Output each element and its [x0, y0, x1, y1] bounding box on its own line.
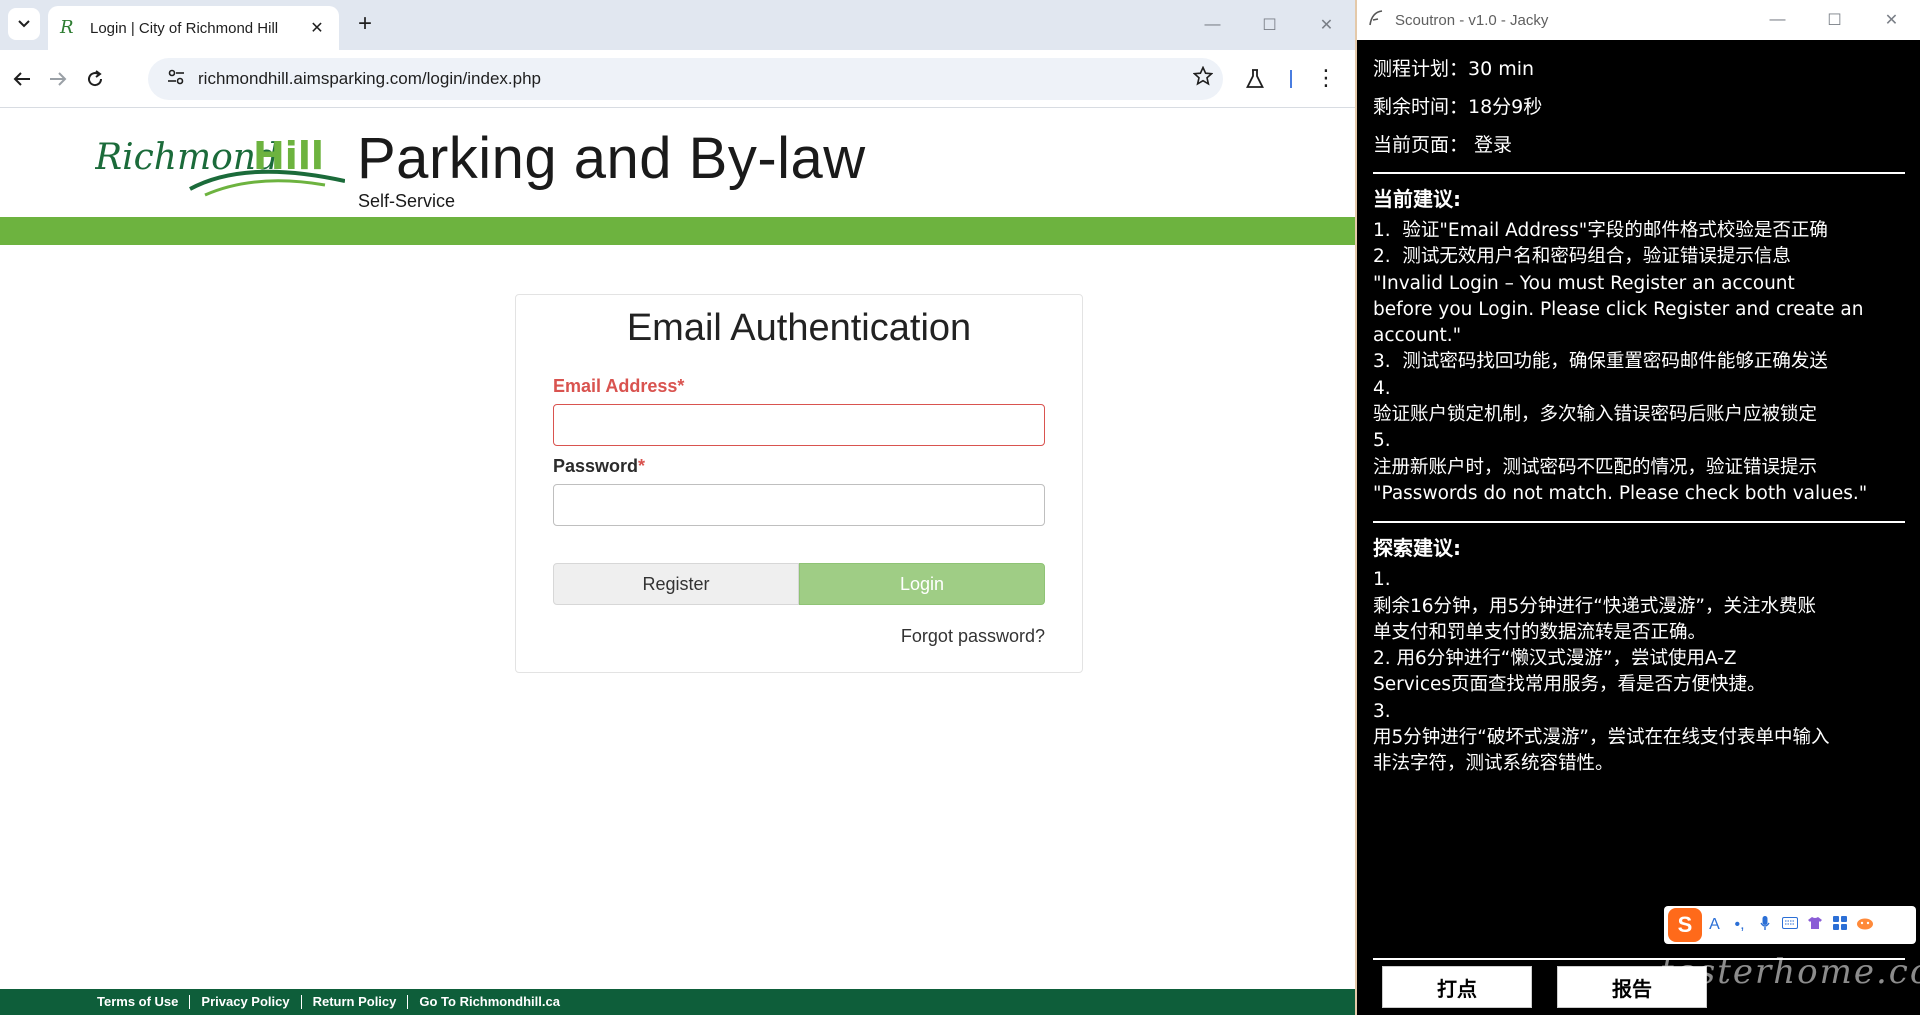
browser-toolbar: richmondhill.aimsparking.com/login/index… — [0, 50, 1355, 108]
scoutron-title: Scoutron - v1.0 - Jacky — [1395, 11, 1549, 29]
arrow-right-icon — [50, 72, 67, 86]
address-bar[interactable]: richmondhill.aimsparking.com/login/index… — [148, 58, 1223, 100]
maximize-icon[interactable]: ☐ — [1241, 0, 1298, 50]
login-button[interactable]: Login — [799, 563, 1045, 605]
richmond-hill-favicon-icon: R — [60, 17, 74, 38]
forgot-password-link[interactable]: Forgot password? — [901, 626, 1045, 647]
web-page: Richmond Hill Parking and By-law Self-Se… — [0, 109, 1355, 1015]
maximize-icon[interactable]: ☐ — [1806, 0, 1863, 40]
site-subtitle: Self-Service — [358, 191, 456, 211]
punctuation-icon[interactable]: •, — [1727, 916, 1752, 934]
footer-link-return[interactable]: Return Policy — [302, 995, 409, 1009]
current-suggestions-title: 当前建议: — [1373, 187, 1461, 211]
site-info-icon[interactable] — [154, 69, 198, 90]
site-footer: Terms of Use Privacy Policy Return Polic… — [0, 989, 1355, 1015]
back-button[interactable] — [6, 63, 38, 95]
tab-title: Login | City of Richmond Hill — [90, 19, 279, 37]
window-controls: — ☐ ✕ — [1184, 0, 1355, 50]
footer-link-privacy[interactable]: Privacy Policy — [190, 995, 302, 1009]
footer-link-richmondhill[interactable]: Go To Richmondhill.ca — [408, 995, 571, 1009]
ime-toolbar: S A •, — [1664, 906, 1916, 944]
email-field[interactable] — [553, 404, 1045, 446]
url-text[interactable]: richmondhill.aimsparking.com/login/index… — [198, 69, 1183, 89]
current-suggestions-text: 1. 验证"Email Address"字段的邮件格式校验是否正确 2. 测试无… — [1373, 220, 1868, 504]
arrow-left-icon — [13, 72, 30, 86]
footer-link-terms[interactable]: Terms of Use — [86, 995, 191, 1009]
tab-search-button[interactable] — [8, 8, 40, 40]
remaining-time-text: 剩余时间：18分9秒 — [1373, 96, 1543, 118]
tab-strip: R Login | City of Richmond Hill ✕ + — ☐ … — [0, 0, 1355, 50]
explore-suggestions-title: 探索建议: — [1373, 536, 1461, 561]
sogou-ime-logo[interactable]: S — [1668, 908, 1702, 942]
register-button[interactable]: Register — [553, 563, 799, 605]
report-button[interactable]: 报告 — [1557, 966, 1707, 1008]
microphone-icon[interactable] — [1752, 915, 1777, 936]
browser-window: R Login | City of Richmond Hill ✕ + — ☐ … — [0, 0, 1355, 1015]
browser-tab[interactable]: R Login | City of Richmond Hill ✕ — [48, 6, 339, 50]
scoutron-content: 测程计划：30 min 剩余时间：18分9秒 当前页面： 登录 当前建议: 1.… — [1373, 40, 1905, 778]
labs-flask-icon[interactable] — [1239, 63, 1271, 95]
header-green-bar — [0, 217, 1355, 245]
reload-icon — [88, 70, 103, 87]
more-menu-icon[interactable]: ⋮ — [1310, 63, 1342, 95]
feather-icon — [1369, 9, 1395, 31]
email-label: Email Address* — [553, 376, 685, 396]
test-plan-text: 测程计划：30 min — [1373, 58, 1535, 80]
password-field[interactable] — [553, 484, 1045, 526]
divider — [1373, 958, 1905, 960]
divider — [1373, 521, 1905, 524]
password-label: Password* — [553, 456, 646, 476]
toolbar-divider — [1290, 70, 1292, 88]
tab-close-icon[interactable]: ✕ — [307, 18, 327, 38]
apps-grid-icon[interactable] — [1827, 915, 1852, 935]
site-title: Parking and By-law — [357, 126, 866, 191]
minimize-icon[interactable]: — — [1749, 0, 1806, 40]
site-header: Richmond Hill Parking and By-law Self-Se… — [0, 109, 1355, 217]
login-card: Email Authentication Email Address* Pass… — [515, 294, 1083, 673]
minimize-icon[interactable]: — — [1184, 0, 1241, 50]
required-mark: * — [638, 456, 646, 476]
bookmark-star-icon[interactable] — [1183, 65, 1223, 92]
reload-button[interactable] — [79, 63, 111, 95]
ime-mascot-icon[interactable] — [1852, 916, 1877, 935]
explore-suggestions-text: 1. 剩余16分钟，用5分钟进行“快递式漫游”，关注水费账 单支付和罚单支付的数… — [1373, 569, 1830, 775]
keyboard-icon[interactable] — [1777, 916, 1802, 934]
divider — [1373, 172, 1905, 174]
close-window-icon[interactable]: ✕ — [1863, 0, 1920, 40]
scoutron-window: Scoutron - v1.0 - Jacky — ☐ ✕ 测程计划：30 mi… — [1357, 0, 1920, 1015]
new-tab-button[interactable]: + — [352, 12, 378, 38]
skin-shirt-icon[interactable] — [1802, 916, 1827, 935]
close-window-icon[interactable]: ✕ — [1298, 0, 1355, 50]
scoutron-titlebar: Scoutron - v1.0 - Jacky — ☐ ✕ — [1357, 0, 1920, 40]
forward-button[interactable] — [42, 63, 74, 95]
required-mark: * — [677, 376, 685, 396]
ime-mode-indicator[interactable]: A — [1702, 916, 1727, 934]
mark-button[interactable]: 打点 — [1382, 966, 1532, 1008]
chevron-down-icon — [18, 20, 30, 28]
richmond-hill-logo[interactable]: Richmond Hill — [95, 129, 345, 209]
scoutron-window-controls: — ☐ ✕ — [1749, 0, 1920, 40]
login-heading: Email Authentication — [626, 307, 972, 349]
current-page-text: 当前页面： 登录 — [1373, 134, 1513, 156]
